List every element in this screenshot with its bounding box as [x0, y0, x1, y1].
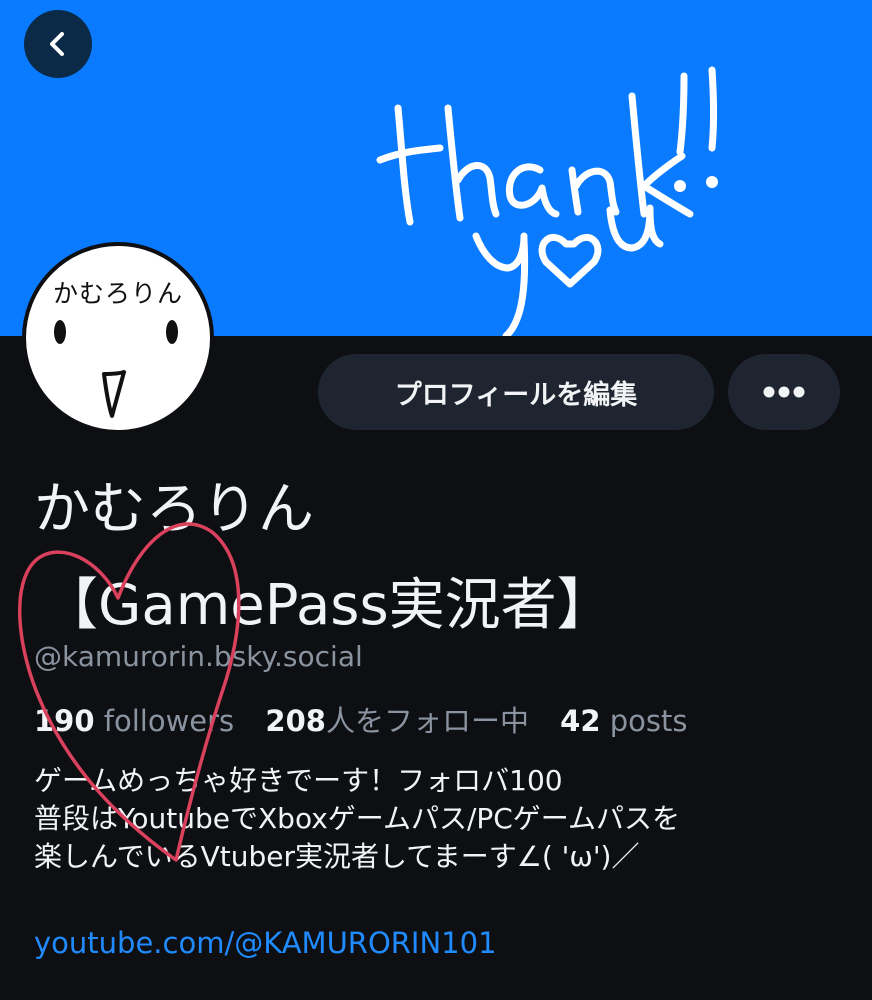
- user-handle[interactable]: @kamurorin.bsky.social: [34, 640, 363, 673]
- profile-bio: ゲームめっちゃ好きでーす！フォロバ100 普段はYoutubeでXboxゲームパ…: [34, 762, 854, 876]
- followers-stat[interactable]: 190 followers: [34, 704, 234, 738]
- following-count: 208: [265, 704, 326, 738]
- posts-label: posts: [609, 704, 688, 738]
- following-stat[interactable]: 208人をフォロー中: [265, 704, 529, 738]
- bio-line: 楽しんでいるVtuber実況者してまーす∠( 'ω')／: [34, 840, 640, 873]
- avatar-face-drawing: [54, 320, 178, 418]
- display-name-line1: かむろりん: [34, 477, 314, 542]
- more-options-button[interactable]: [728, 354, 840, 430]
- bio-line: ゲームめっちゃ好きでーす！フォロバ100: [34, 764, 563, 797]
- avatar[interactable]: かむろりん: [22, 242, 214, 434]
- followers-count: 190: [34, 704, 95, 738]
- posts-stat: 42 posts: [560, 704, 687, 738]
- profile-page: かむろりん プロフィールを編集 かむろりん 【GamePass実況者】 @kam…: [0, 0, 872, 1000]
- display-name: かむろりん 【GamePass実況者】: [34, 462, 864, 654]
- back-button[interactable]: [24, 10, 92, 78]
- youtube-link[interactable]: youtube.com/@KAMURORIN101: [34, 926, 497, 960]
- edit-profile-button[interactable]: プロフィールを編集: [318, 354, 714, 430]
- following-label: 人をフォロー中: [325, 704, 529, 738]
- bio-line: 普段はYoutubeでXboxゲームパス/PCゲームパスを: [34, 802, 680, 835]
- followers-label: followers: [103, 704, 235, 738]
- ellipsis-icon: [763, 386, 805, 398]
- chevron-left-icon: [50, 32, 64, 56]
- profile-stats: 190 followers 208人をフォロー中 42 posts: [34, 698, 710, 740]
- posts-count: 42: [560, 704, 601, 738]
